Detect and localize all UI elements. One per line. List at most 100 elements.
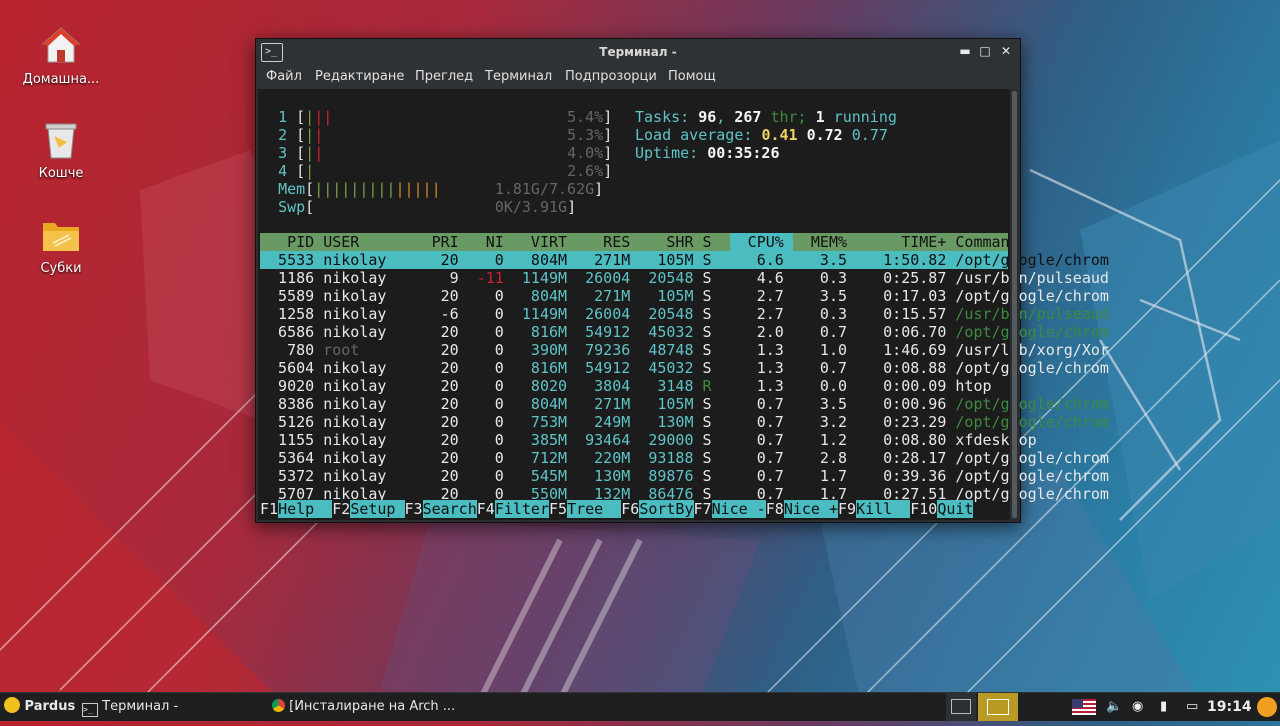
fkey-f7[interactable]: F7 bbox=[694, 500, 712, 518]
cpu-meter-2: 2 [|| 5.3%] bbox=[278, 126, 613, 144]
process-row[interactable]: 5604 nikolay 20 0 816M 54912 45032 S 1.3… bbox=[260, 359, 1109, 377]
menu-help[interactable]: Помощ bbox=[668, 69, 716, 84]
cell-cpu: 1.3 bbox=[729, 377, 793, 395]
fkey-f10[interactable]: F10 bbox=[910, 500, 937, 518]
fkey-label[interactable]: Nice - bbox=[711, 500, 766, 518]
cell-pid: 5533 bbox=[260, 251, 324, 269]
cell-s: S bbox=[702, 305, 730, 323]
taskbar-item-browser[interactable]: [Инсталиране на Arch ... bbox=[272, 693, 492, 721]
start-menu-button[interactable]: Pardus bbox=[4, 693, 75, 721]
cell-shr: 105M bbox=[639, 287, 703, 305]
menu-edit[interactable]: Редактиране bbox=[315, 69, 404, 84]
minimize-icon[interactable]: ▬ bbox=[958, 44, 972, 58]
process-row[interactable]: 9020 nikolay 20 0 8020 3804 3148 R 1.3 0… bbox=[260, 377, 1008, 395]
cell-shr: 45032 bbox=[639, 323, 703, 341]
process-row[interactable]: 5533 nikolay 20 0 804M 271M 105M S 6.6 3… bbox=[260, 251, 1109, 269]
process-row[interactable]: 5126 nikolay 20 0 753M 249M 130M S 0.7 3… bbox=[260, 413, 1109, 431]
desktop-icon-home[interactable]: Домашна... bbox=[13, 24, 109, 87]
fkey-f9[interactable]: F9 bbox=[838, 500, 856, 518]
cell-time: 0:25.87 bbox=[856, 269, 956, 287]
window-titlebar[interactable]: >_ Терминал - ▬ □ ✕ bbox=[256, 39, 1020, 65]
cell-ni: 0 bbox=[467, 395, 513, 413]
cell-res: 271M bbox=[576, 395, 640, 413]
fkey-label[interactable]: Kill bbox=[856, 500, 911, 518]
us-flag-icon[interactable] bbox=[1072, 699, 1096, 715]
process-row[interactable]: 5364 nikolay 20 0 712M 220M 93188 S 0.7 … bbox=[260, 449, 1109, 467]
menu-bar: Файл Редактиране Преглед Терминал Подпро… bbox=[256, 65, 1020, 89]
volume-icon[interactable]: 🔈 bbox=[1106, 693, 1122, 721]
cell-time: 0:06.70 bbox=[856, 323, 956, 341]
cell-user: nikolay bbox=[323, 323, 405, 341]
process-row[interactable]: 780 root 20 0 390M 79236 48748 S 1.3 1.0… bbox=[260, 341, 1109, 359]
cell-pid: 8386 bbox=[260, 395, 324, 413]
battery-icon[interactable]: ▮ bbox=[1160, 693, 1174, 721]
cell-pri: 9 bbox=[404, 269, 468, 287]
desktop-icon-folder[interactable]: Субки bbox=[13, 213, 109, 276]
desktop-icon-trash[interactable]: Кошче bbox=[13, 118, 109, 181]
fkey-label[interactable]: Tree bbox=[567, 500, 622, 518]
cell-cpu: 0.7 bbox=[729, 431, 793, 449]
maximize-icon[interactable]: □ bbox=[978, 44, 992, 58]
fkey-label[interactable]: Quit bbox=[937, 500, 974, 518]
menu-file[interactable]: Файл bbox=[266, 69, 302, 84]
clock[interactable]: 19:14 bbox=[1207, 693, 1252, 721]
flag-canton bbox=[1072, 699, 1083, 708]
fkey-f1[interactable]: F1 bbox=[260, 500, 278, 518]
network-icon[interactable]: ◉ bbox=[1132, 693, 1148, 721]
cell-s: S bbox=[702, 467, 730, 485]
process-row[interactable]: 8386 nikolay 20 0 804M 271M 105M S 0.7 3… bbox=[260, 395, 1109, 413]
fkey-f2[interactable]: F2 bbox=[332, 500, 350, 518]
workspace-2[interactable] bbox=[978, 693, 1018, 721]
cell-time: 0:08.80 bbox=[856, 431, 956, 449]
menu-view[interactable]: Преглед bbox=[415, 69, 473, 84]
menu-tabs[interactable]: Подпрозорци bbox=[565, 69, 657, 84]
scrollbar-thumb[interactable] bbox=[1012, 91, 1017, 518]
scrollbar[interactable] bbox=[1010, 89, 1019, 520]
fkey-f4[interactable]: F4 bbox=[477, 500, 495, 518]
workspace-1[interactable] bbox=[946, 693, 976, 721]
fkey-label[interactable]: Help bbox=[278, 500, 333, 518]
taskbar-item-terminal[interactable]: >_ Терминал - bbox=[82, 693, 262, 721]
screen-icon[interactable]: ▭ bbox=[1186, 693, 1202, 721]
process-row[interactable]: 5589 nikolay 20 0 804M 271M 105M S 2.7 3… bbox=[260, 287, 1109, 305]
cell-res: 54912 bbox=[576, 359, 640, 377]
cell-cpu: 0.7 bbox=[729, 467, 793, 485]
fkey-label[interactable]: Nice + bbox=[783, 500, 838, 518]
cell-ni: 0 bbox=[467, 341, 513, 359]
process-row[interactable]: 6586 nikolay 20 0 816M 54912 45032 S 2.0… bbox=[260, 323, 1109, 341]
cell-pid: 5126 bbox=[260, 413, 324, 431]
cell-time: 1:46.69 bbox=[856, 341, 956, 359]
close-icon[interactable]: ✕ bbox=[999, 44, 1013, 58]
cell-cpu: 1.3 bbox=[729, 359, 793, 377]
fkey-f5[interactable]: F5 bbox=[549, 500, 567, 518]
pardus-logo-icon bbox=[4, 697, 20, 713]
terminal-output[interactable]: 1 [||| 5.4%] 2 [|| 5.3%] 3 [|| 4.0%] 4 [… bbox=[258, 89, 1109, 520]
user-menu-icon[interactable] bbox=[1257, 697, 1277, 717]
cell-pid: 9020 bbox=[260, 377, 324, 395]
cell-ni: 0 bbox=[467, 467, 513, 485]
process-row[interactable]: 1258 nikolay -6 0 1149M 26004 20548 S 2.… bbox=[260, 305, 1109, 323]
cell-s: S bbox=[702, 395, 730, 413]
process-row[interactable]: 5372 nikolay 20 0 545M 130M 89876 S 0.7 … bbox=[260, 467, 1109, 485]
cell-command: xfdesktop bbox=[955, 431, 1046, 449]
cell-mem: 3.5 bbox=[792, 287, 857, 305]
fkey-label[interactable]: Search bbox=[422, 500, 477, 518]
fkey-f3[interactable]: F3 bbox=[405, 500, 423, 518]
process-row[interactable]: 1186 nikolay 9 -11 1149M 26004 20548 S 4… bbox=[260, 269, 1109, 287]
cell-pri: 20 bbox=[404, 359, 468, 377]
fkey-label[interactable]: Setup bbox=[350, 500, 405, 518]
cell-mem: 0.3 bbox=[792, 269, 857, 287]
cell-command: /opt/google/chrom bbox=[955, 323, 1118, 341]
desktop-icon-label: Домашна... bbox=[22, 72, 100, 87]
fkey-label[interactable]: SortBy bbox=[639, 500, 694, 518]
fkey-f6[interactable]: F6 bbox=[621, 500, 639, 518]
fkey-label[interactable]: Filter bbox=[494, 500, 549, 518]
cell-cpu: 0.7 bbox=[729, 449, 793, 467]
cell-pri: 20 bbox=[404, 467, 468, 485]
process-row[interactable]: 1155 nikolay 20 0 385M 93464 29000 S 0.7… bbox=[260, 431, 1037, 449]
process-table-header[interactable]: PID USER PRI NI VIRT RES SHR S CPU% MEM%… bbox=[260, 233, 1019, 251]
fkey-f8[interactable]: F8 bbox=[766, 500, 784, 518]
cell-ni: 0 bbox=[467, 377, 513, 395]
menu-terminal[interactable]: Терминал bbox=[485, 69, 552, 84]
cell-command: /usr/bin/pulseaud bbox=[955, 269, 1118, 287]
